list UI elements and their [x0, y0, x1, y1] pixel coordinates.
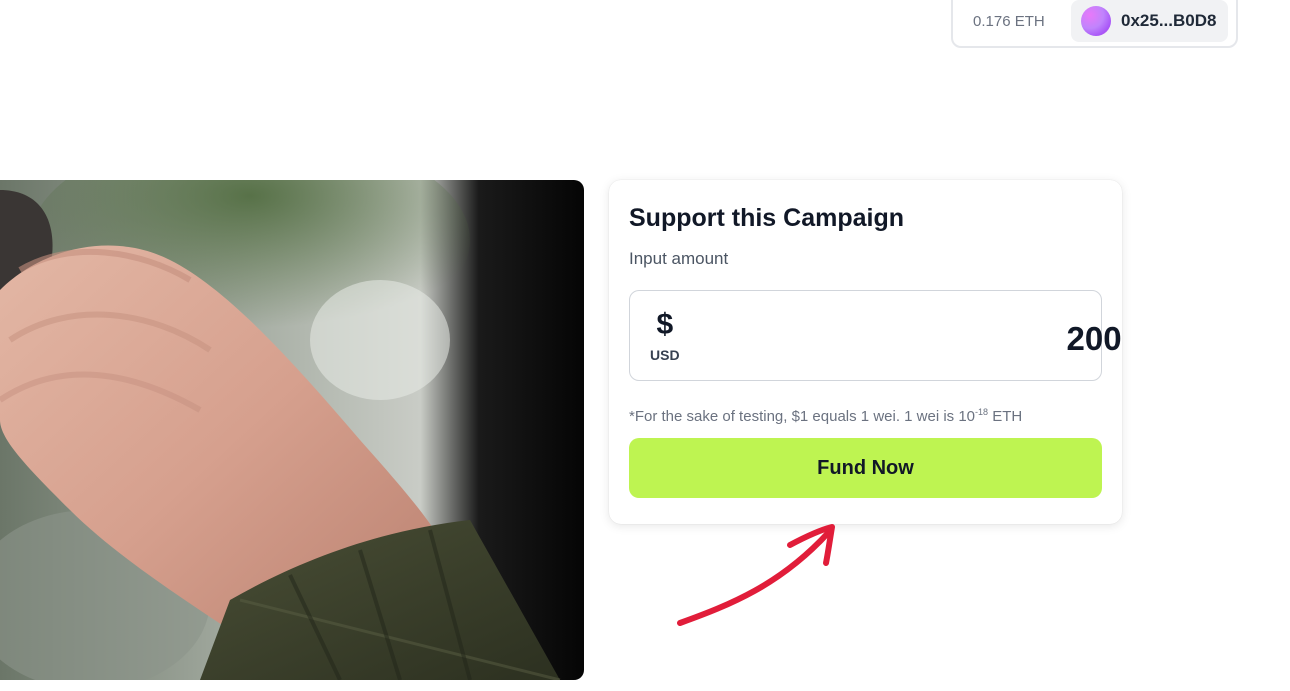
- page: 0.176 ETH 0x25...B0D8 Support this Campa…: [0, 0, 1290, 691]
- currency-indicator: $ USD: [650, 307, 680, 363]
- wallet-balance: 0.176 ETH: [973, 13, 1045, 30]
- testing-note: *For the sake of testing, $1 equals 1 we…: [629, 401, 1102, 428]
- annotation-arrow-icon: [677, 524, 835, 626]
- fund-now-button[interactable]: Fund Now: [629, 438, 1102, 498]
- support-campaign-card: Support this Campaign Input amount $ USD…: [609, 180, 1122, 524]
- dollar-icon: $: [656, 307, 674, 341]
- wallet-avatar: [1081, 6, 1111, 36]
- campaign-image: [0, 180, 584, 680]
- amount-input[interactable]: [679, 313, 1122, 364]
- note-text: *For the sake of testing, $1 equals 1 we…: [629, 408, 976, 425]
- card-title: Support this Campaign: [629, 204, 904, 232]
- wallet-address: 0x25...B0D8: [1121, 11, 1217, 30]
- note-unit: ETH: [988, 408, 1023, 425]
- currency-code: USD: [650, 346, 680, 363]
- wallet-account-button[interactable]: 0x25...B0D8: [1071, 0, 1229, 42]
- input-amount-label: Input amount: [629, 249, 729, 268]
- note-exponent: -18: [975, 407, 989, 417]
- amount-input-box[interactable]: $ USD: [629, 290, 1122, 381]
- wallet-widget: 0.176 ETH 0x25...B0D8: [951, 0, 1238, 48]
